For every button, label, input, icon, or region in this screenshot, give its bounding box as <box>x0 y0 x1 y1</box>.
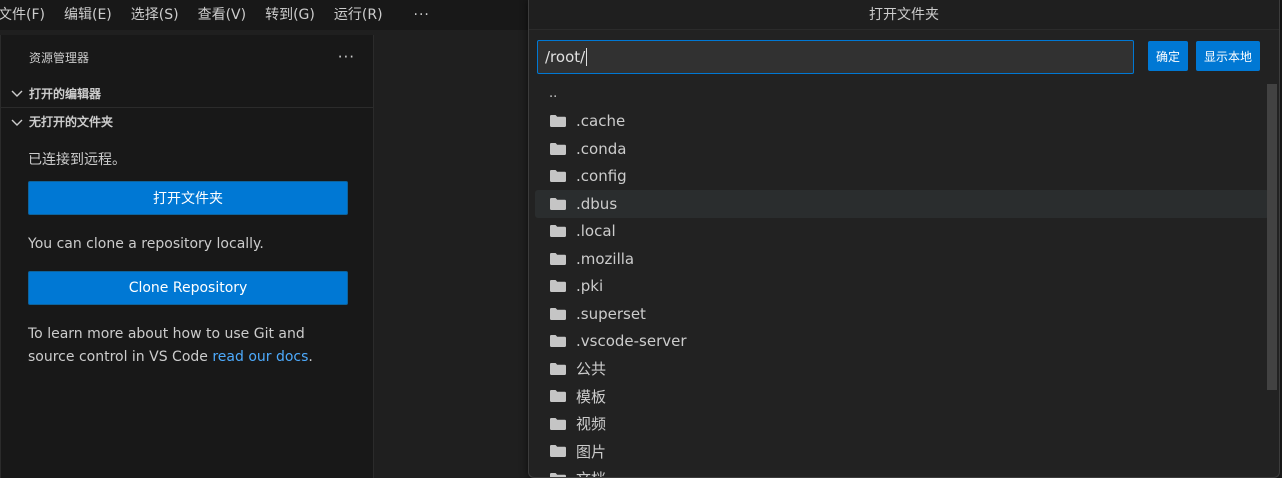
clone-text: You can clone a repository locally. <box>28 236 264 252</box>
chevron-down-icon <box>11 119 23 126</box>
list-item[interactable]: .local <box>535 218 1269 246</box>
folder-icon <box>550 170 566 183</box>
list-item[interactable]: 文档 <box>535 465 1269 477</box>
welcome-view: 已连接到远程。 打开文件夹 You can clone a repository… <box>1 135 373 369</box>
list-item-label: .vscode-server <box>576 332 687 351</box>
list-item-label: 图片 <box>576 442 607 461</box>
list-item[interactable]: .dbus <box>535 190 1269 218</box>
section-open-editors[interactable]: 打开的编辑器 <box>1 79 373 107</box>
folder-icon <box>550 335 566 348</box>
section-open-editors-label: 打开的编辑器 <box>29 86 102 101</box>
learn-more-text: To learn more about how to use Git and s… <box>28 323 347 369</box>
folder-icon <box>550 225 566 238</box>
folder-icon <box>550 390 566 403</box>
folder-icon <box>550 417 566 430</box>
list-item-label: .. <box>549 86 558 102</box>
list-item-label: 模板 <box>576 387 607 406</box>
list-item[interactable]: 模板 <box>535 383 1269 411</box>
show-local-button[interactable]: 显示本地 <box>1196 41 1261 71</box>
open-folder-button[interactable]: 打开文件夹 <box>28 181 348 215</box>
path-input[interactable]: /root/ <box>537 40 1134 74</box>
list-item[interactable]: 图片 <box>535 438 1269 466</box>
folder-icon <box>550 252 566 265</box>
folder-list: .. .cache .conda .config .dbus .local .mozill… <box>535 80 1269 477</box>
menu-go[interactable]: 转到(G) <box>265 0 324 30</box>
list-scrollbar[interactable] <box>1267 84 1277 390</box>
list-item-label: .superset <box>576 304 646 323</box>
sidebar-header: 资源管理器 ··· <box>1 35 373 79</box>
list-item-label: .dbus <box>576 194 618 213</box>
list-item-label: 文档 <box>576 468 606 477</box>
list-item[interactable]: .pki <box>535 273 1269 301</box>
list-item[interactable]: .mozilla <box>535 245 1269 273</box>
menu-run[interactable]: 运行(R) <box>334 0 392 30</box>
list-item[interactable]: 公共 <box>535 355 1269 383</box>
clone-repository-button[interactable]: Clone Repository <box>28 271 348 305</box>
folder-icon <box>550 472 566 477</box>
read-docs-link[interactable]: read our docs <box>212 349 308 365</box>
text-caret <box>586 48 588 66</box>
list-item[interactable]: .superset <box>535 300 1269 328</box>
list-item-label: .cache <box>576 112 626 131</box>
list-item[interactable]: .conda <box>535 135 1269 163</box>
list-item[interactable]: 视频 <box>535 410 1269 438</box>
menu-file[interactable]: 文件(F) <box>0 0 54 30</box>
more-actions-icon[interactable]: ··· <box>338 48 355 66</box>
list-item[interactable]: .config <box>535 163 1269 191</box>
menu-more-icon[interactable]: ··· <box>414 4 430 26</box>
connected-text: 已连接到远程。 <box>28 152 126 168</box>
section-no-folder-label: 无打开的文件夹 <box>29 115 114 129</box>
list-item-parent[interactable]: .. <box>535 80 1269 108</box>
quickpick-input-row: /root/ 确定 显示本地 <box>537 40 1273 74</box>
explorer-sidebar: 资源管理器 ··· 打开的编辑器 无打开的文件夹 已连接到远程。 打开文件夹 Y… <box>0 35 374 478</box>
learn-period: . <box>308 349 313 365</box>
menu-view[interactable]: 查看(V) <box>198 0 256 30</box>
list-item-label: 视频 <box>576 415 607 434</box>
list-item-label: .conda <box>576 139 627 158</box>
list-item[interactable]: .vscode-server <box>535 328 1269 356</box>
menu-edit[interactable]: 编辑(E) <box>64 0 121 30</box>
ok-button[interactable]: 确定 <box>1148 41 1189 71</box>
path-input-value: /root/ <box>545 48 586 66</box>
sidebar-title: 资源管理器 <box>29 50 90 65</box>
list-item-label: .local <box>576 222 616 241</box>
open-folder-quickpick: 打开文件夹 /root/ 确定 显示本地 .. .cache .conda .con… <box>528 0 1280 478</box>
section-no-folder[interactable]: 无打开的文件夹 <box>1 107 373 135</box>
list-item[interactable]: .cache <box>535 108 1269 136</box>
folder-icon <box>550 142 566 155</box>
folder-icon <box>550 307 566 320</box>
folder-icon <box>550 115 566 128</box>
folder-icon <box>550 197 566 210</box>
folder-icon <box>550 362 566 375</box>
list-item-label: .pki <box>576 277 604 296</box>
chevron-down-icon <box>11 90 23 97</box>
menu-selection[interactable]: 选择(S) <box>131 0 188 30</box>
folder-icon <box>550 280 566 293</box>
list-item-label: .config <box>576 167 627 186</box>
quickpick-title: 打开文件夹 <box>529 0 1279 30</box>
list-item-label: .mozilla <box>576 249 635 268</box>
learn-text-line2: source control in VS Code <box>28 349 213 365</box>
learn-text-line1: To learn more about how to use Git and <box>28 326 305 342</box>
folder-icon <box>550 445 566 458</box>
list-item-label: 公共 <box>576 360 607 379</box>
